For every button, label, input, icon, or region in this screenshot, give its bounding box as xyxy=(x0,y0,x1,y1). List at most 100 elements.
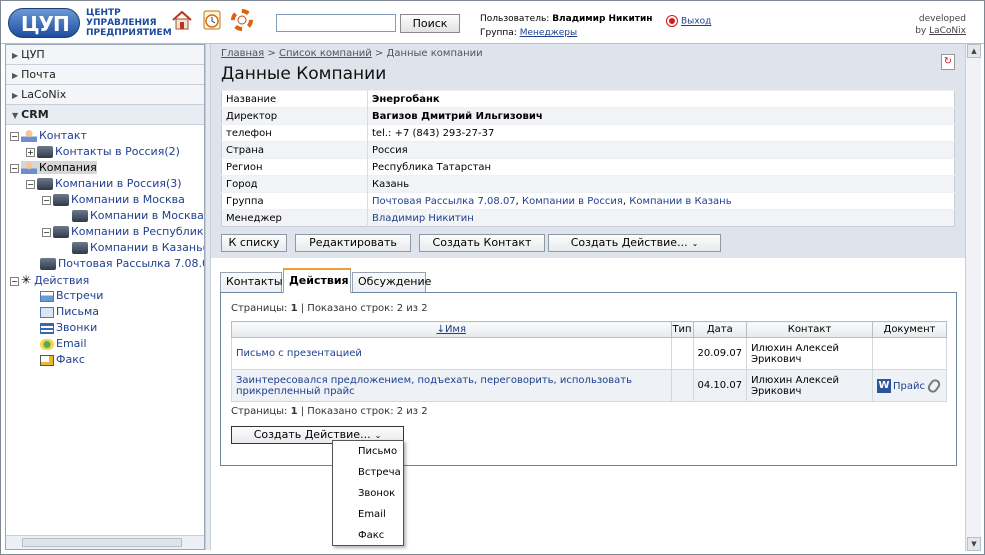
tree-item-actions[interactable]: − ✳ Действия xyxy=(10,272,89,288)
dropdown-item-letter[interactable]: Письмо xyxy=(333,441,403,462)
tree-item-company[interactable]: − Компания xyxy=(10,160,97,176)
sidebar-horizontal-scrollbar[interactable] xyxy=(6,535,204,549)
property-row: Директор Вагизов Дмитрий Ильгизович xyxy=(221,107,955,125)
folder-icon xyxy=(53,194,69,206)
collapse-toggle[interactable]: − xyxy=(10,163,19,173)
create-action-button[interactable]: Создать Действие... ⌄ xyxy=(548,234,721,252)
column-document[interactable]: Документ xyxy=(871,321,948,338)
group-link-kazan[interactable]: Компании в Казань xyxy=(629,196,731,207)
folder-icon xyxy=(40,258,56,270)
tree-item-mailing[interactable]: Почтовая Рассылка 7.08.07(2 xyxy=(40,256,204,272)
collapse-toggle[interactable]: − xyxy=(10,276,19,286)
tree-item-email[interactable]: Email xyxy=(40,336,87,352)
user-name: Владимир Никитин xyxy=(552,14,653,24)
dropdown-item-meeting[interactable]: Встреча xyxy=(333,462,403,483)
action-name-link[interactable]: Заинтересовался предложением, подъехать,… xyxy=(236,375,632,397)
tree-item-meetings[interactable]: Встречи xyxy=(40,288,103,304)
search-button[interactable]: Поиск xyxy=(400,14,460,33)
group-link[interactable]: Менеджеры xyxy=(520,28,577,38)
property-row: Группа Почтовая Рассылка 7.08.07, Компан… xyxy=(221,192,955,210)
asterisk-icon: ✳ xyxy=(21,273,32,287)
folder-icon xyxy=(37,178,53,190)
group-link-russia[interactable]: Компании в Россия xyxy=(522,196,623,207)
app-logo[interactable]: ЦУП ЦЕНТР УПРАВЛЕНИЯ ПРЕДПРИЯТИЕМ xyxy=(8,6,172,40)
dropdown-item-fax[interactable]: Факс xyxy=(333,525,403,546)
action-name-link[interactable]: Письмо с презентацией xyxy=(236,348,362,359)
crm-tree: − Контакт + Контакты в Россия(2) − Компания… xyxy=(6,125,204,545)
expand-icon: ▶ xyxy=(12,71,19,80)
document-link[interactable]: Прайс xyxy=(893,381,925,392)
laconix-link[interactable]: LaCoNix xyxy=(929,26,966,36)
scrollbar-thumb[interactable] xyxy=(22,538,182,547)
word-document-icon: W xyxy=(876,378,891,393)
chevron-down-icon: ⌄ xyxy=(691,239,699,248)
group-link-mailing[interactable]: Почтовая Рассылка 7.08.07 xyxy=(372,196,516,207)
expand-icon: ▶ xyxy=(12,91,19,100)
meeting-icon xyxy=(40,290,54,302)
expand-toggle[interactable]: + xyxy=(26,147,35,157)
tree-item-calls[interactable]: Звонки xyxy=(40,320,97,336)
folder-icon xyxy=(37,146,53,158)
dropdown-item-call[interactable]: Звонок xyxy=(333,483,403,504)
company-details-panel: Главная > Список компаний > Данные компа… xyxy=(211,44,965,258)
scroll-down-icon[interactable]: ▼ xyxy=(967,537,981,551)
tree-item-fax[interactable]: Факс xyxy=(40,352,85,368)
property-row: телефон tel.: +7 (843) 293-27-37 xyxy=(221,124,955,142)
logo-badge: ЦУП xyxy=(8,8,80,38)
sidebar-section-laconix[interactable]: ▶ LaCoNix xyxy=(6,85,204,105)
page-number[interactable]: 1 xyxy=(291,303,298,314)
refresh-icon[interactable]: ↻ xyxy=(941,54,955,70)
table-row: Заинтересовался предложением, подъехать,… xyxy=(231,369,948,402)
navigation-sidebar: ▶ ЦУП ▶ Почта ▶ LaCoNix ▼ CRM − Контакт + Конт… xyxy=(5,44,205,550)
column-name[interactable]: ↓Имя xyxy=(231,321,672,338)
collapse-toggle[interactable]: − xyxy=(42,195,51,205)
table-header-row: ↓Имя Тип Дата Контакт Документ xyxy=(231,321,948,338)
paperclip-icon[interactable] xyxy=(925,376,943,395)
create-contact-button[interactable]: Создать Контакт xyxy=(419,234,545,252)
tree-item-letters[interactable]: Письма xyxy=(40,304,99,320)
tree-item-companies-moscow[interactable]: Компании в Москва(1) xyxy=(72,208,204,224)
search-input[interactable] xyxy=(276,14,396,32)
sidebar-section-crm[interactable]: ▼ CRM xyxy=(6,105,204,125)
tree-item-companies-kazan[interactable]: Компании в Казань(2) xyxy=(72,240,204,256)
column-date[interactable]: Дата xyxy=(692,321,748,338)
scroll-up-icon[interactable]: ▲ xyxy=(967,44,981,58)
tree-item-contacts-russia[interactable]: + Контакты в Россия(2) xyxy=(26,144,180,160)
collapse-toggle[interactable]: − xyxy=(26,179,35,189)
folder-icon xyxy=(72,210,88,222)
column-type[interactable]: Тип xyxy=(670,321,694,338)
clock-icon[interactable] xyxy=(201,9,223,31)
letter-icon xyxy=(40,306,54,318)
property-row: Название Энергобанк xyxy=(221,90,955,108)
sidebar-section-cup[interactable]: ▶ ЦУП xyxy=(6,45,204,65)
tab-contacts[interactable]: Контакты xyxy=(220,272,283,292)
fax-icon xyxy=(40,354,54,366)
home-icon[interactable] xyxy=(171,9,193,31)
breadcrumb-home-link[interactable]: Главная xyxy=(221,48,264,59)
tree-item-companies-russia[interactable]: − Компании в Россия(3) xyxy=(26,176,182,192)
tabs-area: Контакты Действия Обсуждение Страницы: 1… xyxy=(211,266,965,550)
logout-link[interactable]: Выход xyxy=(667,16,711,27)
main-vertical-scrollbar[interactable]: ▲ ▼ xyxy=(965,44,981,551)
tree-item-contact[interactable]: − Контакт xyxy=(10,128,87,144)
dropdown-item-email[interactable]: Email xyxy=(333,504,403,525)
breadcrumb-company-list-link[interactable]: Список компаний xyxy=(279,48,372,59)
tree-item-companies-moscow-folder[interactable]: − Компании в Москва xyxy=(42,192,185,208)
help-lifebuoy-icon[interactable] xyxy=(231,9,253,31)
collapse-toggle[interactable]: − xyxy=(10,131,19,141)
sidebar-section-mail[interactable]: ▶ Почта xyxy=(6,65,204,85)
chevron-down-icon: ⌄ xyxy=(374,431,382,440)
manager-link[interactable]: Владимир Никитин xyxy=(372,213,474,224)
edit-button[interactable]: Редактировать xyxy=(295,234,411,252)
user-info: Пользователь: Владимир Никитин Группа: М… xyxy=(480,14,653,38)
page-number[interactable]: 1 xyxy=(291,406,298,417)
collapse-toggle[interactable]: − xyxy=(42,227,51,237)
actions-table: ↓Имя Тип Дата Контакт Документ Письмо с … xyxy=(231,321,948,402)
tree-item-companies-tatarstan-folder[interactable]: −Компании в Республика Та xyxy=(42,224,204,240)
folder-icon xyxy=(53,226,69,238)
tab-discussion[interactable]: Обсуждение xyxy=(352,272,431,292)
table-row: Письмо с презентацией 20.09.07 Илюхин Ал… xyxy=(231,337,948,370)
tab-actions[interactable]: Действия xyxy=(283,268,351,293)
column-contact[interactable]: Контакт xyxy=(746,321,873,338)
back-to-list-button[interactable]: К списку xyxy=(221,234,287,252)
